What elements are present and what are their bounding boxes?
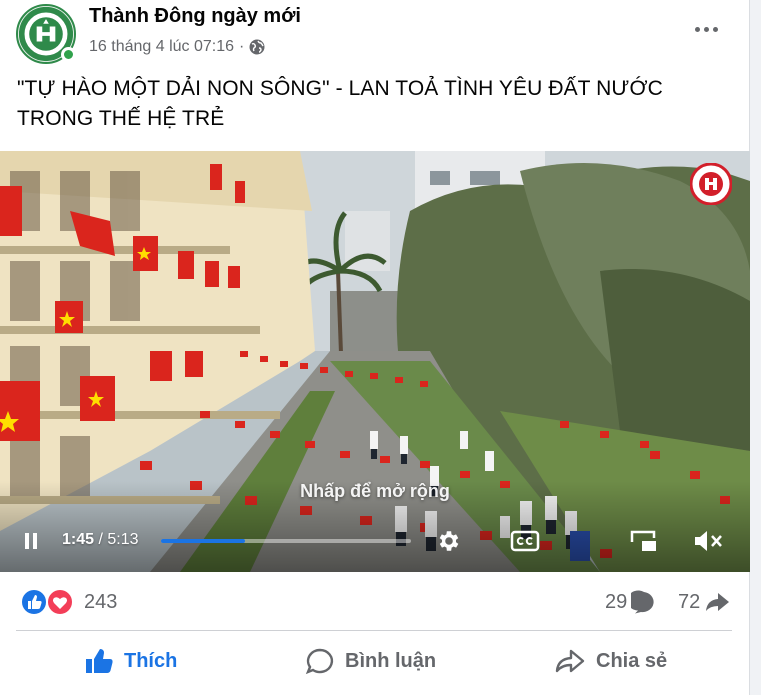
comment-icon [305, 648, 334, 675]
mute-button[interactable] [690, 527, 726, 555]
comment-button[interactable]: Bình luận [305, 635, 436, 687]
gear-icon [439, 531, 459, 551]
post-actions: Thích Bình luận Chia sẻ [16, 635, 732, 687]
share-arrow-icon [706, 593, 730, 611]
shares-count-number: 72 [678, 590, 701, 613]
more-options-button[interactable] [688, 14, 724, 44]
comments-count[interactable]: 29 [605, 590, 657, 614]
video-frame [0, 151, 750, 572]
page-name-link[interactable]: Thành Đông ngày mới [89, 5, 301, 28]
thumbs-up-icon [86, 649, 113, 673]
pause-icon [25, 533, 37, 549]
like-button[interactable]: Thích [84, 635, 177, 687]
volume-muted-icon [695, 531, 722, 551]
total-time: 5:13 [107, 531, 139, 548]
reactions-bar: 243 29 72 [20, 587, 735, 617]
video-progress-bar[interactable] [161, 539, 411, 543]
post-timestamp[interactable]: 16 tháng 4 lúc 07:16 [89, 38, 234, 56]
reaction-icons[interactable] [20, 588, 76, 616]
reactions-count[interactable]: 243 [84, 591, 117, 614]
more-dot-icon [712, 26, 718, 32]
share-button[interactable]: Chia sẻ [554, 635, 667, 687]
tap-to-expand-label[interactable]: Nhấp để mở rộng [0, 481, 750, 502]
picture-in-picture-icon [630, 530, 656, 551]
share-icon [555, 649, 585, 673]
comment-label: Bình luận [345, 649, 437, 672]
captions-icon [510, 530, 540, 552]
captions-button[interactable] [508, 527, 542, 555]
actions-divider [16, 630, 732, 631]
more-dot-icon [703, 26, 709, 32]
comments-count-number: 29 [605, 590, 628, 613]
post-meta: 16 tháng 4 lúc 07:16 · [89, 38, 265, 56]
video-time: 1:45 / 5:13 [62, 531, 139, 549]
globe-icon[interactable] [249, 39, 265, 55]
more-dot-icon [694, 26, 700, 32]
shares-count[interactable]: 72 [678, 590, 730, 614]
love-reaction-icon [46, 588, 74, 616]
like-reaction-icon [20, 588, 48, 616]
share-label: Chia sẻ [596, 649, 668, 672]
current-time: 1:45 [62, 531, 95, 548]
miniplayer-button[interactable] [627, 527, 661, 555]
time-separator: / [94, 531, 108, 548]
like-label: Thích [124, 649, 178, 672]
post-message: "TỰ HÀO MỘT DẢI NON SÔNG" - LAN TOẢ TÌNH… [17, 77, 663, 130]
online-status-dot [61, 47, 76, 62]
video-progress-fill [161, 539, 245, 543]
video-controls: 1:45 / 5:13 [0, 521, 750, 561]
video-player[interactable]: Nhấp để mở rộng 1:45 / 5:13 [0, 151, 750, 572]
settings-button[interactable] [434, 527, 464, 555]
post-card: Thành Đông ngày mới 16 tháng 4 lúc 07:16… [0, 0, 750, 695]
comment-bubble-icon [631, 590, 654, 614]
pause-button[interactable] [18, 529, 44, 553]
channel-logo-watermark [689, 162, 733, 206]
post-header: Thành Đông ngày mới 16 tháng 4 lúc 07:16… [16, 4, 736, 64]
